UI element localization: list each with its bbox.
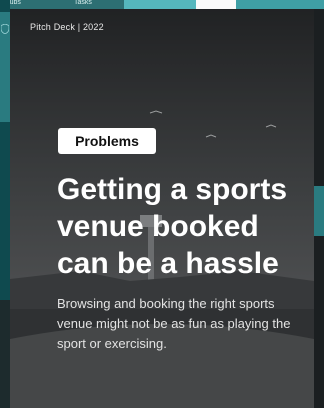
background-accent-right xyxy=(236,0,324,9)
background-sidebar-lower xyxy=(0,300,10,408)
section-badge: Problems xyxy=(58,128,156,154)
background-right-card xyxy=(314,186,324,236)
shield-icon xyxy=(1,24,9,34)
tab-tasks[interactable]: Tasks xyxy=(74,0,98,9)
background-accent-block xyxy=(124,0,196,9)
deck-label: Pitch Deck | 2022 xyxy=(30,22,104,32)
slide-subtext: Browsing and booking the right sports ve… xyxy=(57,296,291,351)
background-white-block xyxy=(196,0,236,9)
pitch-deck-slide[interactable]: Pitch Deck | 2022 Problems Getting a spo… xyxy=(10,9,314,408)
slide-headline: Getting a sports venue booked can be a h… xyxy=(57,173,288,280)
